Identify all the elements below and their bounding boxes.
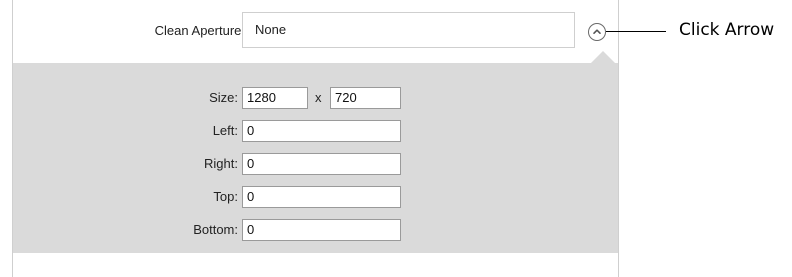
size-width-input[interactable]: 1280 (242, 87, 308, 109)
clean-aperture-select[interactable]: None (242, 12, 575, 48)
size-label: Size: (209, 90, 238, 105)
callout-label: Click Arrow (679, 20, 775, 40)
bottom-label: Bottom: (193, 222, 238, 237)
top-label: Top: (213, 189, 238, 204)
left-input[interactable]: 0 (242, 120, 401, 142)
chevron-up-circle-icon[interactable] (588, 23, 606, 41)
clean-aperture-label: Clean Aperture: (154, 23, 245, 38)
top-input[interactable]: 0 (242, 186, 401, 208)
size-separator: x (315, 90, 322, 105)
expanded-pointer (591, 51, 615, 63)
clean-aperture-panel: Clean Aperture: None Size: 1280 x 720 Le… (12, 0, 619, 277)
size-height-input[interactable]: 720 (330, 87, 401, 109)
right-input[interactable]: 0 (242, 153, 401, 175)
left-label: Left: (212, 123, 238, 138)
clean-aperture-row: Clean Aperture: None (13, 0, 618, 63)
bottom-input[interactable]: 0 (242, 219, 401, 241)
callout-line (606, 31, 666, 32)
right-label: Right: (204, 156, 238, 171)
